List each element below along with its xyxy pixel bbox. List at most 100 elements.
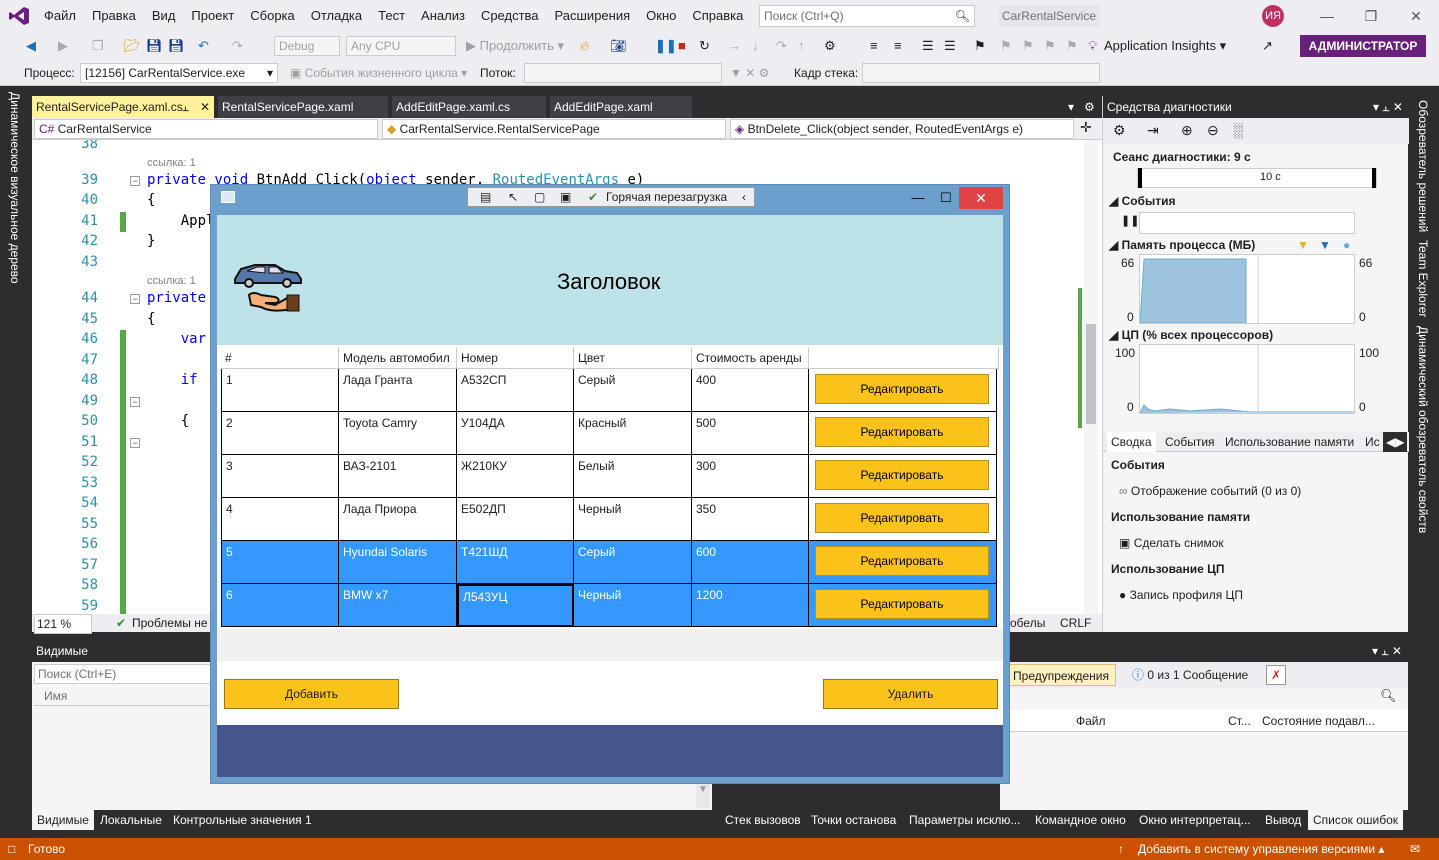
- go-to-live-visual-tree-icon[interactable]: ▤: [480, 188, 491, 206]
- uncomment-icon[interactable]: ☰: [944, 36, 956, 56]
- add-button[interactable]: Добавить: [224, 679, 399, 709]
- collapse-icon[interactable]: −: [130, 294, 140, 304]
- tab-memory-usage[interactable]: Использование памяти: [1221, 432, 1358, 452]
- stop-icon[interactable]: ■: [678, 36, 686, 56]
- cpu-chart[interactable]: [1139, 344, 1355, 414]
- cell-color[interactable]: Серый: [574, 369, 692, 412]
- cell-color[interactable]: Черный: [574, 498, 692, 541]
- timeline-end-handle[interactable]: [1372, 168, 1376, 188]
- continue-button[interactable]: ▶ Продолжить ▾: [466, 36, 564, 56]
- tab-addeditpage-xaml-cs[interactable]: AddEditPage.xaml.cs: [392, 96, 546, 118]
- menu-project[interactable]: Проект: [183, 0, 242, 32]
- cell-price[interactable]: 300: [692, 455, 809, 498]
- edit-button[interactable]: Редактировать: [815, 374, 989, 404]
- lifecycle-events-button[interactable]: ▣ События жизненного цикла ▾: [290, 64, 467, 82]
- build-intellisense-filter-icon[interactable]: ✗: [1266, 665, 1286, 685]
- column-header-line[interactable]: Ст...: [1228, 710, 1251, 732]
- column-header-color[interactable]: Цвет: [574, 347, 692, 369]
- tab-output[interactable]: Вывод: [1260, 810, 1306, 830]
- scroll-down-icon[interactable]: ▼: [696, 784, 710, 808]
- pause-icon[interactable]: ❚❚: [655, 36, 677, 56]
- minimize-icon[interactable]: —: [1305, 0, 1349, 32]
- cell-plate[interactable]: Е502ДП: [457, 498, 574, 541]
- bookmark-prev-icon[interactable]: ≡: [870, 36, 878, 56]
- tab-rentalservicepage-xaml[interactable]: RentalServicePage.xaml: [218, 96, 388, 118]
- tab-autos[interactable]: Видимые: [32, 810, 94, 830]
- tab-error-list[interactable]: Список ошибок: [1308, 810, 1404, 830]
- table-row[interactable]: 4 Лада Приора Е502ДП Черный 350 Редактир…: [221, 498, 997, 541]
- tab-breakpoints[interactable]: Точки останова: [806, 810, 901, 830]
- codelens-references[interactable]: ссылка: 1: [147, 275, 196, 287]
- column-header-number[interactable]: #: [221, 347, 339, 369]
- cell-plate[interactable]: А532СП: [457, 369, 574, 412]
- comment-icon[interactable]: ☰: [922, 36, 934, 56]
- autos-search-input[interactable]: Поиск (Ctrl+E): [34, 664, 212, 684]
- messages-filter-button[interactable]: ⓘ 0 из 1 Сообщение: [1128, 664, 1252, 686]
- column-header-plate[interactable]: Номер: [457, 347, 574, 369]
- cell-model[interactable]: Hyundai Solaris: [339, 541, 457, 584]
- type-nav-dropdown[interactable]: ◆ CarRentalService.RentalServicePage: [382, 119, 726, 139]
- zoom-out-icon[interactable]: ⊖: [1207, 122, 1219, 139]
- tab-exception-settings[interactable]: Параметры исклю...: [904, 810, 1025, 830]
- cell-price[interactable]: 1200: [692, 584, 809, 627]
- memory-chart[interactable]: [1139, 254, 1355, 324]
- filter-icon[interactable]: ▼ ✕ ⚙: [730, 64, 769, 82]
- cell-plate[interactable]: Т421ШД: [457, 541, 574, 584]
- step-into-icon[interactable]: ↓: [752, 36, 759, 56]
- codelens-references[interactable]: ссылка: 1: [147, 157, 196, 169]
- cell-number[interactable]: 6: [221, 584, 339, 627]
- bookmark-folder-icon[interactable]: ⚑: [1044, 36, 1056, 56]
- back-icon[interactable]: ◀: [26, 36, 36, 56]
- panel-controls-icon[interactable]: ▾ ⫠ ✕: [1373, 96, 1403, 118]
- menu-test[interactable]: Тест: [370, 0, 413, 32]
- tab-locals[interactable]: Локальные: [95, 810, 167, 830]
- restart-icon[interactable]: ↻: [699, 36, 710, 56]
- track-focus-icon[interactable]: ▣: [560, 188, 571, 206]
- bookmark-icon[interactable]: ⚑: [974, 36, 986, 56]
- bookmark-toggle-icon[interactable]: ⚑: [1000, 36, 1012, 56]
- show-next-statement-icon[interactable]: →: [728, 36, 741, 56]
- cell-price[interactable]: 600: [692, 541, 809, 584]
- open-folder-icon[interactable]: 📂︎: [124, 36, 141, 56]
- diagnostics-icon[interactable]: ⚙: [824, 36, 836, 56]
- cell-number[interactable]: 1: [221, 369, 339, 412]
- hot-reload-icon[interactable]: 🔥︎: [580, 36, 590, 56]
- settings-gear-icon[interactable]: ⚙: [1113, 122, 1126, 139]
- split-editor-icon[interactable]: ✛: [1080, 119, 1092, 136]
- solution-explorer-tab[interactable]: Обозреватель решений: [1416, 100, 1430, 232]
- record-cpu-profile-button[interactable]: ● Запись профиля ЦП: [1119, 588, 1243, 602]
- cell-price[interactable]: 350: [692, 498, 809, 541]
- column-header-name[interactable]: Имя: [34, 686, 212, 706]
- collapse-icon[interactable]: −: [130, 438, 140, 448]
- menu-help[interactable]: Справка: [684, 0, 751, 32]
- tab-cpu-usage[interactable]: Ис: [1361, 432, 1384, 452]
- bookmark-disable-icon[interactable]: ⚑: [1066, 36, 1078, 56]
- column-header-price[interactable]: Стоимость аренды: [692, 347, 809, 369]
- pin-icon[interactable]: ⫠: [182, 96, 189, 118]
- editor-vertical-scrollbar[interactable]: [1078, 140, 1098, 614]
- step-out-icon[interactable]: ↑: [798, 36, 805, 56]
- edit-button[interactable]: Редактировать: [815, 460, 989, 490]
- undo-icon[interactable]: ↶: [198, 36, 209, 56]
- menu-window[interactable]: Окно: [638, 0, 684, 32]
- table-row-selected[interactable]: 5 Hyundai Solaris Т421ШД Серый 600 Редак…: [221, 541, 997, 584]
- menu-tools[interactable]: Средства: [473, 0, 547, 32]
- column-header-file[interactable]: Файл: [1076, 710, 1106, 732]
- notifications-icon[interactable]: ✉: [1410, 838, 1420, 860]
- take-snapshot-button[interactable]: ▣ Сделать снимок: [1119, 536, 1224, 550]
- column-header-model[interactable]: Модель автомобил: [339, 347, 457, 369]
- menu-edit[interactable]: Правка: [84, 0, 144, 32]
- tab-rentalservicepage-xaml-cs[interactable]: RentalServicePage.xaml.cs ⫠ ✕: [32, 96, 214, 118]
- column-header-suppression[interactable]: Состояние подавл...: [1262, 710, 1375, 732]
- menu-debug[interactable]: Отладка: [303, 0, 370, 32]
- editor-settings-gear-icon[interactable]: ⚙: [1084, 96, 1095, 118]
- app-title-bar[interactable]: ▤ ↖ ▢ ▣ ✔ Горячая перезагрузка ‹ — ☐ ✕: [211, 185, 1009, 215]
- live-property-explorer-tab[interactable]: Динамический обозреватель свойств: [1416, 326, 1430, 533]
- zoom-dropdown[interactable]: 121 %: [34, 614, 92, 634]
- avatar[interactable]: ИЯ: [1262, 5, 1284, 27]
- cell-number[interactable]: 2: [221, 412, 339, 455]
- problems-status[interactable]: Проблемы не: [132, 614, 208, 632]
- menu-file[interactable]: Файл: [36, 0, 84, 32]
- reset-view-icon[interactable]: ░: [1233, 122, 1243, 138]
- line-ending-indicator[interactable]: CRLF: [1060, 614, 1091, 632]
